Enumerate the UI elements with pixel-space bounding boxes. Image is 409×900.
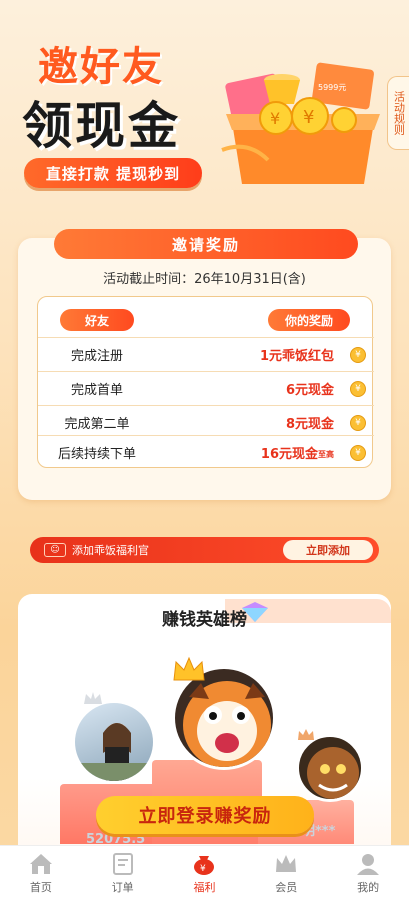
coin-icon: ¥	[350, 346, 366, 363]
banner-text: 添加乖饭福利官	[72, 544, 149, 557]
max-badge: 至高	[318, 450, 334, 459]
reward-value: 1元乖饭红包	[259, 349, 334, 364]
hero: 邀好友 领现金 直接打款 提现秒到 5999元 ¥ ¥ 活动规则	[0, 0, 409, 215]
avatar-third	[296, 734, 364, 802]
crystal-icon	[242, 602, 268, 622]
invite-reward-title: 邀请奖励	[54, 229, 358, 259]
table-row: 完成第二单 8元现金 ¥	[38, 405, 374, 439]
home-icon	[29, 853, 52, 874]
activity-rules-button[interactable]: 活动规则	[387, 76, 409, 150]
reward-value: 6元现金	[285, 383, 334, 398]
add-now-button[interactable]: 立即添加	[283, 540, 373, 560]
svg-text:¥: ¥	[200, 864, 206, 874]
welfare-officer-banner[interactable]: ☺ 添加乖饭福利官 立即添加	[30, 537, 379, 563]
crown-icon	[276, 854, 297, 872]
crown-bronze-icon	[298, 729, 314, 740]
tab-home[interactable]: 首页	[0, 846, 82, 900]
svg-text:¥: ¥	[303, 107, 314, 128]
task-label: 后续持续下单	[57, 447, 136, 462]
tab-mine[interactable]: 我的	[327, 846, 409, 900]
reward-value: 16元现金至高	[260, 447, 334, 462]
crown-silver-icon	[84, 692, 102, 704]
task-label: 完成首单	[70, 383, 123, 398]
reward-value: 8元现金	[285, 417, 334, 432]
reward-table: 好友 你的奖励 完成注册 1元乖饭红包 ¥ 完成首单 6元现金 ¥ 完成第二单 …	[37, 296, 374, 469]
gift-box-illustration: 5999元 ¥ ¥	[221, 62, 380, 184]
ticket-amount: 5999元	[318, 83, 346, 92]
leaderboard-title: 赚钱英雄榜	[162, 610, 247, 630]
table-row: 后续持续下单 16元现金至高 ¥	[38, 435, 374, 469]
tab-orders[interactable]: 订单	[82, 846, 164, 900]
coin-icon: ¥	[350, 444, 366, 461]
hero-title-line1: 邀好友	[38, 44, 164, 90]
deadline-text: 活动截止时间：26年10月31日(含)	[103, 272, 306, 287]
bottom-tab-bar: 首页 订单 ¥ 福利 会员 我的	[0, 845, 409, 900]
wechat-add-icon: ☺	[44, 543, 66, 557]
task-label: 完成注册	[70, 349, 123, 364]
table-row: 完成首单 6元现金 ¥	[38, 371, 374, 405]
tab-label: 我的	[357, 880, 380, 894]
login-earn-button[interactable]: 立即登录赚奖励	[96, 796, 314, 834]
task-label: 完成第二单	[64, 417, 130, 432]
avatar-second	[72, 700, 156, 784]
welfare-icon: ¥	[194, 855, 215, 875]
hero-title-line2: 领现金	[22, 97, 181, 155]
table-row: 完成注册 1元乖饭红包 ¥	[38, 337, 374, 371]
tab-label: 订单	[111, 880, 134, 894]
hero-subtitle: 直接打款 提现秒到	[24, 158, 202, 188]
header-reward: 你的奖励	[268, 309, 350, 331]
coin-icon: ¥	[350, 414, 366, 431]
coin-icon: ¥	[350, 380, 366, 397]
order-icon	[112, 852, 133, 875]
tab-welfare[interactable]: ¥ 福利	[164, 846, 246, 900]
header-friend: 好友	[60, 309, 134, 331]
svg-text:¥: ¥	[270, 109, 280, 128]
tab-label: 会员	[275, 880, 298, 894]
crown-gold-icon	[173, 656, 205, 681]
tab-member[interactable]: 会员	[245, 846, 327, 900]
user-icon	[357, 853, 380, 875]
tab-label: 首页	[29, 880, 52, 894]
tab-label: 福利	[193, 880, 216, 894]
